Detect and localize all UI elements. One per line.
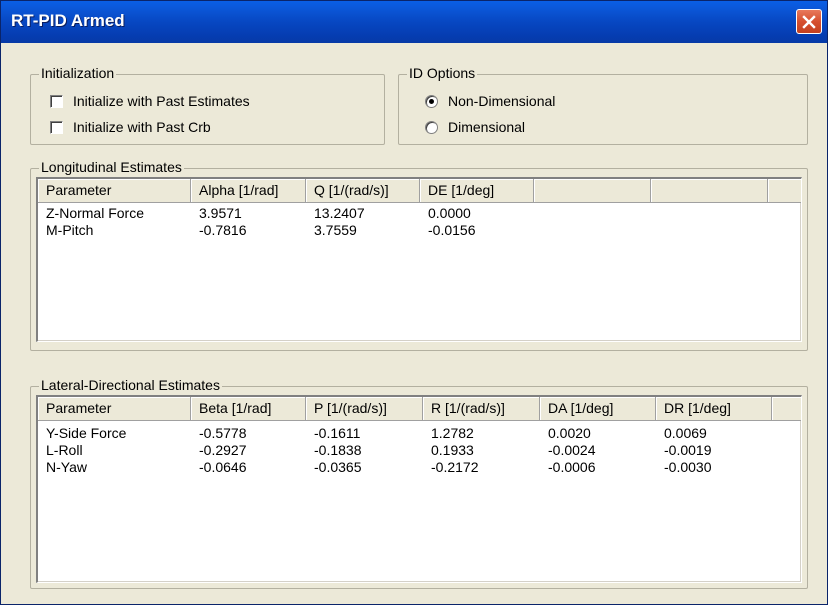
longitudinal-estimates-group: Longitudinal Estimates Parameter Alpha [… <box>30 159 808 351</box>
longitudinal-group-title: Longitudinal Estimates <box>39 159 184 176</box>
dimensional-label: Dimensional <box>448 119 526 135</box>
table-cell: -0.0156 <box>428 222 476 238</box>
table-cell: -0.1838 <box>314 442 362 458</box>
table-cell: 0.0020 <box>548 425 591 441</box>
column-header-filler <box>772 397 801 421</box>
lateral-directional-estimates-table[interactable]: Parameter Beta [1/rad] P [1/(rad/s)] R [… <box>36 395 802 583</box>
table-cell: -0.7816 <box>199 222 247 238</box>
table-row[interactable]: M-Pitch -0.7816 3.7559 -0.0156 <box>38 222 534 239</box>
lateral-group-title: Lateral-Directional Estimates <box>39 377 222 394</box>
initialization-group-title: Initialization <box>39 65 117 82</box>
title-bar[interactable]: RT-PID Armed <box>1 1 827 43</box>
column-header[interactable]: DA [1/deg] <box>540 397 656 421</box>
table-header: Parameter Beta [1/rad] P [1/(rad/s)] R [… <box>38 397 801 421</box>
table-cell: 0.0000 <box>428 205 471 221</box>
column-header[interactable]: Alpha [1/rad] <box>191 179 306 203</box>
dimensional-radio[interactable]: Dimensional <box>425 118 525 136</box>
close-button[interactable] <box>796 9 822 34</box>
column-header[interactable]: Parameter <box>38 179 191 203</box>
window-title: RT-PID Armed <box>11 11 125 30</box>
table-cell: -0.5778 <box>199 425 247 441</box>
table-cell: 3.7559 <box>314 222 357 238</box>
table-cell: -0.1611 <box>314 425 361 441</box>
id-options-group: ID Options Non-Dimensional Dimensional <box>398 65 808 145</box>
init-past-crb-label: Initialize with Past Crb <box>73 119 211 135</box>
table-cell: -0.0365 <box>314 459 362 475</box>
column-header[interactable] <box>534 179 651 203</box>
id-options-group-title: ID Options <box>407 65 478 82</box>
non-dimensional-radio[interactable]: Non-Dimensional <box>425 92 555 110</box>
table-cell: 0.0069 <box>664 425 707 441</box>
table-cell: -0.0024 <box>548 442 596 458</box>
table-cell: -0.2172 <box>431 459 479 475</box>
table-row[interactable]: Z-Normal Force 3.9571 13.2407 0.0000 <box>38 205 534 222</box>
table-cell: -0.0646 <box>199 459 247 475</box>
table-cell: -0.2927 <box>199 442 247 458</box>
column-header[interactable]: R [1/(rad/s)] <box>423 397 540 421</box>
table-cell: -0.0006 <box>548 459 596 475</box>
table-cell: -0.0030 <box>664 459 712 475</box>
table-cell: 1.2782 <box>431 425 474 441</box>
table-row[interactable]: L-Roll -0.2927 -0.1838 0.1933 -0.0024 -0… <box>38 442 772 459</box>
table-cell: Z-Normal Force <box>46 205 145 221</box>
initialization-group: Initialization Initialize with Past Esti… <box>30 65 385 145</box>
table-cell: 13.2407 <box>314 205 365 221</box>
lateral-directional-estimates-group: Lateral-Directional Estimates Parameter … <box>30 377 808 589</box>
table-cell: Y-Side Force <box>46 425 127 441</box>
table-cell: -0.0019 <box>664 442 712 458</box>
checkbox-box[interactable] <box>50 120 63 134</box>
table-cell: M-Pitch <box>46 222 94 238</box>
table-cell: 3.9571 <box>199 205 242 221</box>
close-icon <box>802 14 816 29</box>
table-row[interactable]: N-Yaw -0.0646 -0.0365 -0.2172 -0.0006 -0… <box>38 459 772 476</box>
dialog-window: RT-PID Armed Initialization Initialize w… <box>0 0 828 605</box>
init-past-estimates-checkbox[interactable]: Initialize with Past Estimates <box>50 92 250 110</box>
table-header: Parameter Alpha [1/rad] Q [1/(rad/s)] DE… <box>38 179 801 203</box>
init-past-crb-checkbox[interactable]: Initialize with Past Crb <box>50 118 211 136</box>
table-cell: 0.1933 <box>431 442 474 458</box>
non-dimensional-label: Non-Dimensional <box>448 93 556 109</box>
radio-selected-icon[interactable] <box>425 94 438 108</box>
table-cell: N-Yaw <box>46 459 87 475</box>
table-cell: L-Roll <box>46 442 83 458</box>
column-header[interactable]: Q [1/(rad/s)] <box>306 179 420 203</box>
radio-unselected-icon[interactable] <box>425 120 438 134</box>
column-header-filler <box>768 179 801 203</box>
column-header[interactable]: P [1/(rad/s)] <box>306 397 423 421</box>
table-row[interactable]: Y-Side Force -0.5778 -0.1611 1.2782 0.00… <box>38 425 772 442</box>
longitudinal-estimates-table[interactable]: Parameter Alpha [1/rad] Q [1/(rad/s)] DE… <box>36 177 802 342</box>
column-header[interactable]: Beta [1/rad] <box>191 397 306 421</box>
column-header[interactable]: Parameter <box>38 397 191 421</box>
init-past-estimates-label: Initialize with Past Estimates <box>73 93 250 109</box>
column-header[interactable]: DE [1/deg] <box>420 179 534 203</box>
checkbox-box[interactable] <box>50 94 63 108</box>
column-header[interactable]: DR [1/deg] <box>656 397 772 421</box>
column-header[interactable] <box>651 179 768 203</box>
